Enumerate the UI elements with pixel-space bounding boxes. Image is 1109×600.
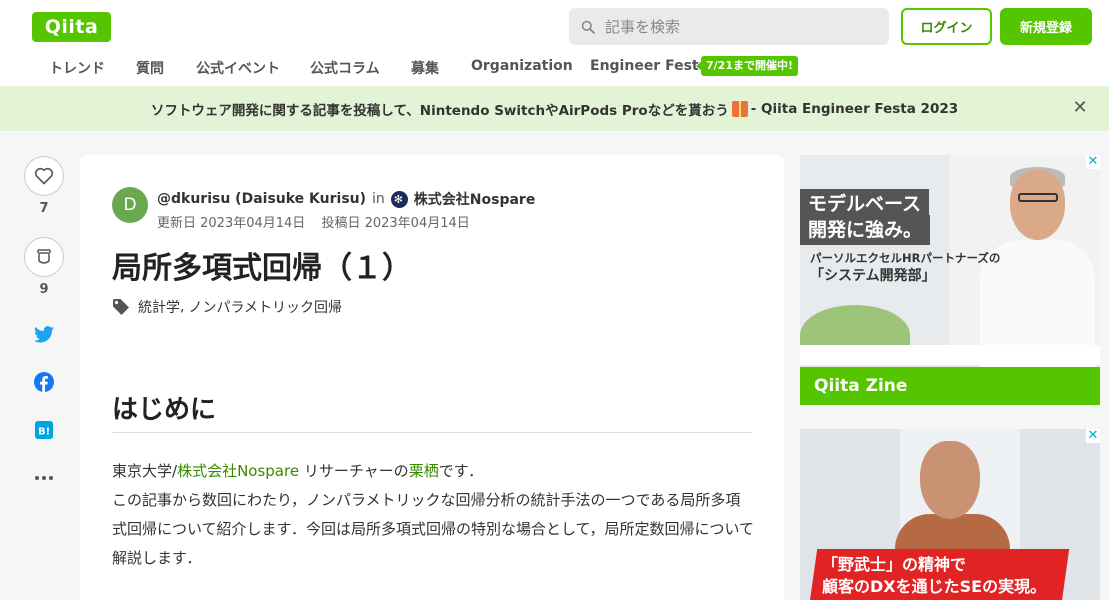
twitter-icon[interactable] xyxy=(33,323,55,345)
like-button[interactable] xyxy=(24,156,64,196)
in-label: in xyxy=(372,191,385,207)
nav-item-organization[interactable]: Organization xyxy=(471,58,573,74)
article-card: D @dkurisu (Daisuke Kurisu) in 株式会社Nospa… xyxy=(80,155,784,600)
more-options-icon[interactable] xyxy=(33,467,55,489)
ad-subline-1: パーソルエクセルHRパートナーズの xyxy=(810,251,1001,265)
search-icon xyxy=(581,20,595,34)
author-name[interactable]: @dkurisu (Daisuke Kurisu) xyxy=(157,191,366,207)
main-nav: トレンド 質問 公式イベント 公式コラム 募集 Organization Eng… xyxy=(0,52,1109,82)
announcement-banner[interactable]: ソフトウェア開発に関する記事を投稿して、Nintendo SwitchやAirP… xyxy=(0,86,1109,131)
facebook-icon[interactable] xyxy=(33,371,55,393)
festa-badge: 7/21まで開催中! xyxy=(696,56,798,76)
search-box[interactable] xyxy=(569,8,889,45)
stock-count: 9 xyxy=(39,282,49,297)
tag-icon xyxy=(113,299,129,315)
signup-button[interactable]: 新規登録 xyxy=(1000,8,1092,45)
heart-icon xyxy=(34,167,54,185)
ad-close-icon[interactable]: ✕ xyxy=(1086,155,1100,169)
qiita-zine-logo: Qiita Zine xyxy=(800,367,1100,405)
posted-date: 投稿日 2023年04月14日 xyxy=(321,216,470,231)
banner-text: ソフトウェア開発に関する記事を投稿して、Nintendo SwitchやAirP… xyxy=(150,102,729,119)
nav-item-official-events[interactable]: 公式イベント xyxy=(196,58,280,78)
ad-close-icon[interactable]: ✕ xyxy=(1086,429,1100,443)
nav-item-trend[interactable]: トレンド xyxy=(49,58,105,78)
avatar[interactable]: D xyxy=(112,187,148,223)
tag-statistics[interactable]: 統計学 xyxy=(138,297,180,317)
like-count: 7 xyxy=(39,201,49,216)
ad2-headline-2: 顧客のDXを通じたSEの実現。 xyxy=(822,577,1047,596)
organization-name[interactable]: 株式会社Nospare xyxy=(414,189,536,209)
article-title: 局所多項式回帰（１） xyxy=(112,251,412,286)
nospare-link[interactable]: 株式会社Nospare xyxy=(177,462,299,480)
site-header: Qiita ログイン 新規登録 トレンド 質問 公式イベント 公式コラム 募集 … xyxy=(0,0,1109,86)
stock-icon xyxy=(37,249,51,264)
article-body: 東京大学/株式会社Nospare リサーチャーの栗栖です． この記事から数回にわ… xyxy=(112,457,754,573)
ad2-headline-1: 「野武士」の精神で xyxy=(822,555,967,574)
author-link[interactable]: 栗栖 xyxy=(409,462,439,480)
author-line: @dkurisu (Daisuke Kurisu) in 株式会社Nospare xyxy=(157,189,535,209)
search-input[interactable] xyxy=(605,17,865,36)
tag-nonparametric-regression[interactable]: ノンパラメトリック回帰 xyxy=(188,297,342,317)
ad-banner-qiita-zine[interactable]: モデルベース 開発に強み。 パーソルエクセルHRパートナーズの 「システム開発部… xyxy=(800,155,1100,405)
banner-text-suffix: - Qiita Engineer Festa 2023 xyxy=(750,100,959,117)
svg-text:B!: B! xyxy=(38,427,50,438)
nav-item-engineer-festa[interactable]: Engineer Festa xyxy=(590,58,708,74)
heading-divider xyxy=(112,432,752,433)
login-button[interactable]: ログイン xyxy=(901,8,992,45)
nav-item-questions[interactable]: 質問 xyxy=(136,58,164,78)
stock-button[interactable] xyxy=(24,237,64,277)
organization-icon xyxy=(390,190,408,208)
article-dates: 更新日 2023年04月14日 投稿日 2023年04月14日 xyxy=(157,212,482,231)
hatena-bookmark-icon[interactable]: B! xyxy=(33,419,55,441)
ad-subline-2: 「システム開発部」 xyxy=(810,268,936,284)
qiita-logo[interactable]: Qiita xyxy=(32,12,111,42)
gift-icon xyxy=(731,100,748,117)
close-icon[interactable]: ✕ xyxy=(1071,99,1089,117)
updated-date: 更新日 2023年04月14日 xyxy=(157,216,306,231)
ad-banner-nobushi[interactable]: 「野武士」の精神で 顧客のDXを通じたSEの実現。 ✕ xyxy=(800,429,1100,600)
nav-item-official-columns[interactable]: 公式コラム xyxy=(310,58,380,78)
tag-list: 統計学, ノンパラメトリック回帰 xyxy=(112,297,342,317)
ad-headline-2: 開発に強み。 xyxy=(800,215,931,245)
section-heading: はじめに xyxy=(112,395,217,425)
nav-item-recruitment[interactable]: 募集 xyxy=(411,58,439,78)
paragraph-intro: 東京大学/株式会社Nospare リサーチャーの栗栖です． xyxy=(112,462,484,480)
paragraph-overview: この記事から数回にわたり，ノンパラメトリックな回帰分析の統計手法の一つである局所… xyxy=(112,491,755,567)
